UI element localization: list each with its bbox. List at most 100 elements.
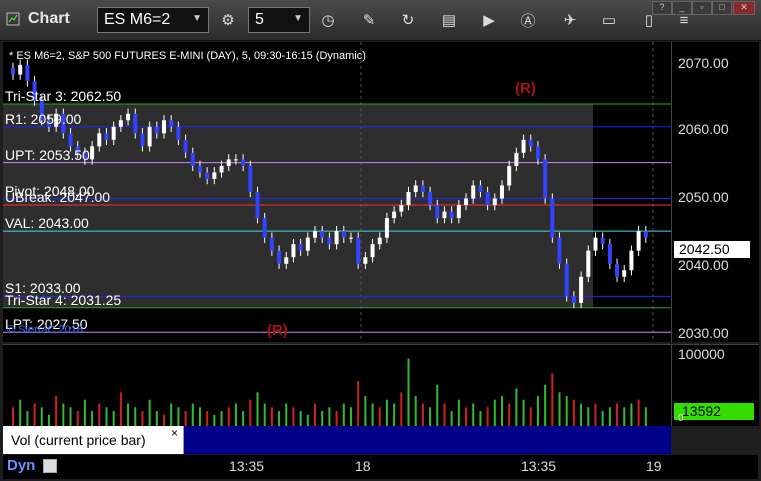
candle-body bbox=[615, 263, 620, 277]
volume-bar bbox=[220, 411, 223, 426]
volume-bar bbox=[594, 403, 597, 426]
dyn-label: Dyn bbox=[7, 457, 36, 474]
candle-body bbox=[399, 205, 404, 212]
candle-body bbox=[176, 126, 181, 140]
volume-bar bbox=[608, 407, 611, 426]
chevron-down-icon: ▼ bbox=[293, 13, 303, 24]
volume-bar bbox=[407, 358, 410, 426]
indicator-close-icon[interactable]: × bbox=[171, 426, 178, 440]
volume-bar bbox=[242, 411, 245, 426]
indicator-tab[interactable]: Vol (current price bar) × bbox=[3, 426, 184, 454]
volume-bar bbox=[270, 407, 273, 426]
candle-body bbox=[147, 126, 152, 147]
refresh-icon[interactable]: ↻ bbox=[396, 8, 420, 32]
candle-body bbox=[248, 165, 253, 192]
volume-bar bbox=[400, 392, 403, 426]
candle-body bbox=[284, 257, 289, 264]
volume-bar bbox=[558, 392, 561, 426]
volume-chart-svg[interactable] bbox=[3, 345, 671, 426]
volume-chart[interactable] bbox=[3, 344, 671, 426]
volume-bar bbox=[342, 403, 345, 426]
volume-bar bbox=[493, 399, 496, 426]
candle-body bbox=[183, 139, 188, 153]
alert-icon[interactable]: Ⓐ bbox=[516, 8, 540, 32]
close-button[interactable]: ✕ bbox=[733, 1, 755, 15]
dyn-label-box: Dyn bbox=[7, 457, 65, 477]
volume-bar bbox=[112, 411, 115, 426]
volume-bar bbox=[335, 411, 338, 426]
candle-body bbox=[384, 218, 389, 238]
candle-body bbox=[622, 270, 627, 277]
volume-bar bbox=[421, 403, 424, 426]
candle-body bbox=[162, 120, 167, 134]
candle-body bbox=[499, 185, 504, 199]
candle-body bbox=[564, 263, 569, 297]
play-icon[interactable]: ▶ bbox=[477, 8, 501, 32]
level-label: VAL: 2043.00 bbox=[5, 215, 89, 232]
volume-bar bbox=[500, 396, 503, 426]
volume-bar bbox=[148, 399, 151, 426]
chevron-down-icon: ▼ bbox=[192, 13, 202, 24]
candle-body bbox=[298, 244, 303, 251]
candle-body bbox=[593, 237, 598, 251]
volume-bar bbox=[443, 403, 446, 426]
interval-combo[interactable]: 5 ▼ bbox=[248, 7, 310, 33]
volume-bar bbox=[529, 407, 532, 426]
lock-icon[interactable] bbox=[42, 458, 57, 473]
bottom-reversal-marker: (R) bbox=[267, 322, 288, 339]
volume-bar bbox=[299, 411, 302, 426]
candle-body bbox=[348, 237, 353, 239]
minimize-button[interactable]: _ bbox=[672, 1, 692, 15]
pencil-icon[interactable]: ✎ bbox=[357, 8, 381, 32]
message-icon[interactable]: ▭ bbox=[597, 8, 621, 32]
volume-bar bbox=[285, 403, 288, 426]
candle-body bbox=[392, 211, 397, 219]
volume-bar bbox=[637, 399, 640, 426]
volume-bar bbox=[227, 407, 230, 426]
candle-body bbox=[327, 237, 332, 245]
volume-axis[interactable]: 100000 13592 0 bbox=[671, 344, 759, 426]
toolbar: Chart ES M6=2 ▼ ⚙ 5 ▼ ◷ ✎ ↻ ▤ ▶ Ⓐ ✈ ▭ ▯ … bbox=[0, 0, 761, 41]
price-tick: 2040.00 bbox=[678, 257, 729, 273]
candle-body bbox=[528, 139, 533, 147]
candle-body bbox=[571, 296, 576, 303]
candle-body bbox=[233, 159, 238, 161]
volume-bar bbox=[249, 399, 252, 426]
volume-bar bbox=[357, 381, 360, 426]
candle-body bbox=[413, 185, 418, 192]
volume-bar bbox=[393, 403, 396, 426]
price-axis[interactable]: 2070.00 2060.00 2050.00 2040.00 2030.00 … bbox=[671, 42, 759, 342]
volume-bar bbox=[536, 396, 539, 426]
price-tick: 2070.00 bbox=[678, 55, 729, 71]
candle-body bbox=[111, 126, 116, 140]
price-chart[interactable]: * ES M6=2, S&P 500 FUTURES E-MINI (DAY),… bbox=[3, 42, 671, 342]
candle-body bbox=[356, 237, 361, 264]
volume-bar bbox=[40, 407, 43, 426]
clock-icon[interactable]: ◷ bbox=[316, 8, 340, 32]
level-label: Tri-Star 4: 2031.25 bbox=[5, 291, 122, 308]
level-label: UPT: 2053.50 bbox=[5, 146, 90, 163]
volume-bar bbox=[263, 403, 266, 426]
maximize-button[interactable]: □ bbox=[712, 1, 732, 15]
tools-icon[interactable]: ✈ bbox=[558, 8, 582, 32]
volume-bar bbox=[378, 407, 381, 426]
time-axis[interactable]: Dyn 13:35 18 13:35 19 bbox=[3, 455, 758, 479]
volume-bar bbox=[170, 403, 173, 426]
volume-bar bbox=[321, 411, 324, 426]
volume-bar bbox=[565, 396, 568, 426]
candle-body bbox=[579, 276, 584, 303]
volume-bar bbox=[26, 411, 29, 426]
candle-body bbox=[514, 152, 519, 166]
symbol-value: ES M6=2 bbox=[104, 11, 171, 28]
price-tick: 2050.00 bbox=[678, 189, 729, 205]
symbol-combo[interactable]: ES M6=2 ▼ bbox=[97, 7, 209, 33]
restore-button[interactable]: ▫ bbox=[692, 1, 712, 15]
settings-gear-icon[interactable]: ⚙ bbox=[216, 8, 240, 32]
candle-body bbox=[68, 133, 73, 147]
settings-icon[interactable]: ▤ bbox=[437, 8, 461, 32]
volume-bar bbox=[134, 407, 137, 426]
volume-bar bbox=[479, 411, 482, 426]
volume-bar bbox=[436, 384, 439, 426]
help-button[interactable]: ? bbox=[652, 1, 672, 15]
candle-body bbox=[305, 237, 310, 251]
